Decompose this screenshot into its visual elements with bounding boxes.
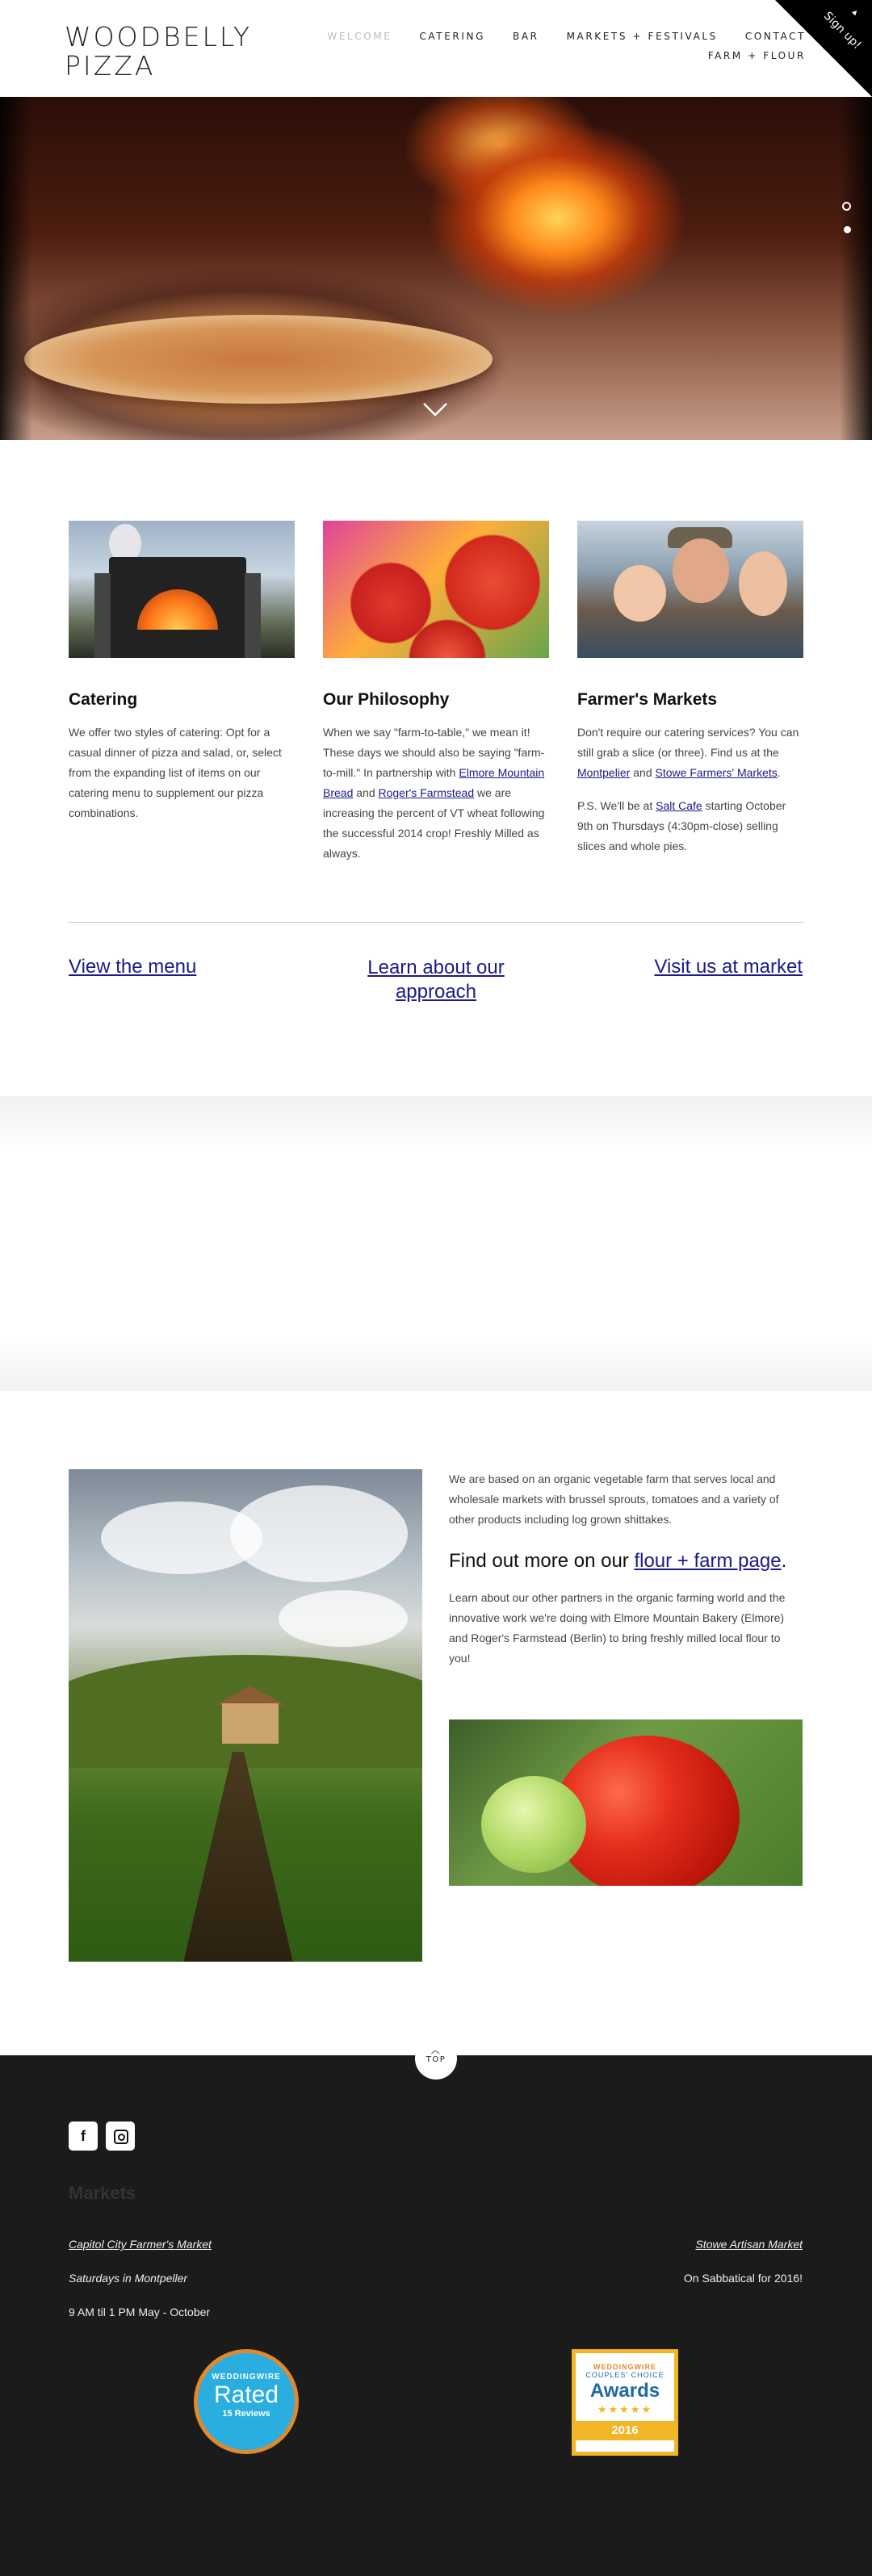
chevron-down-icon[interactable] [421,396,449,423]
site-logo[interactable]: WOODBELLY PIZZA [65,23,252,81]
farm-partners: Learn about our other partners in the or… [449,1591,786,1665]
feature-markets: Farmer's Markets Don't require our cater… [577,521,803,857]
farm-intro: We are based on an organic vegetable far… [449,1472,779,1526]
main-nav: WELCOME CATERING BAR MARKETS + FESTIVALS… [327,31,806,61]
farm-field-image [69,1469,422,1962]
top-label: TOP [426,2055,446,2064]
weddingwire-rated-badge[interactable]: WEDDINGWIRE Rated 15 Reviews [194,2349,299,2454]
markets-text-1: Don't require our catering services? You… [577,726,799,779]
market2-status: On Sabbatical for 2016! [683,2272,803,2285]
visit-market-link[interactable]: Visit us at market [654,956,803,978]
weddingwire-awards-badge[interactable]: WEDDINGWIRE COUPLES' CHOICE Awards ★★★★★… [572,2349,678,2456]
catering-image [69,521,295,658]
market2-link[interactable]: Stowe Artisan Market [695,2236,803,2252]
instagram-icon[interactable] [106,2122,135,2151]
hero-banner [0,97,872,440]
slide-dot-1[interactable] [842,202,851,211]
philosophy-text: When we say "farm-to-table," we mean it!… [323,726,545,860]
stowe-markets-link[interactable]: Stowe Farmers' Markets [656,766,778,779]
catering-title: Catering [69,690,138,709]
nav-welcome[interactable]: WELCOME [327,31,392,42]
feature-catering: Catering We offer two styles of catering… [69,521,295,823]
facebook-icon[interactable]: f [69,2122,98,2151]
signup-ribbon[interactable]: ▲ Sign up! [775,0,872,97]
parallax-band [0,1096,872,1391]
market1-hours: 9 AM til 1 PM May - October [69,2306,211,2318]
chevron-up-icon: ︿ [430,2045,442,2055]
section-divider [69,922,803,923]
family-image [577,521,803,658]
logo-line-1: WOODBELLY [65,21,252,52]
farm-heading: Find out more on our flour + farm page. [449,1550,787,1572]
site-header: WOODBELLY PIZZA WELCOME CATERING BAR MAR… [0,0,872,97]
philosophy-title: Our Philosophy [323,690,450,709]
learn-approach-link[interactable]: Learn about our approach [339,956,533,1004]
stars-icon: ★★★★★ [597,2403,653,2415]
markets-heading: Markets [69,2183,136,2203]
montpelier-link[interactable]: Montpelier [577,766,630,779]
view-menu-link[interactable]: View the menu [69,956,196,978]
slide-dot-2[interactable] [844,226,851,233]
markets-text-2: P.S. We'll be at Salt Cafe starting Octo… [577,799,786,852]
farm-text: We are based on an organic vegetable far… [449,1469,803,1669]
rogers-farmstead-link[interactable]: Roger's Farmstead [379,786,475,799]
markets-title: Farmer's Markets [577,690,718,709]
market1-when: Saturdays in Montpeller [69,2272,188,2285]
tomato-vine-image [449,1719,803,1886]
catering-text: We offer two styles of catering: Opt for… [69,726,282,819]
nav-markets-festivals[interactable]: MARKETS + FESTIVALS [567,31,718,42]
tomatoes-image [323,521,549,658]
salt-cafe-link[interactable]: Salt Cafe [656,799,702,812]
flour-farm-link[interactable]: flour + farm page [634,1550,781,1572]
nav-catering[interactable]: CATERING [419,31,485,42]
logo-line-2: PIZZA [65,50,156,82]
back-to-top-button[interactable]: ︿ TOP [415,2038,457,2080]
nav-bar[interactable]: BAR [513,31,539,42]
market1-link[interactable]: Capitol City Farmer's Market [69,2236,212,2252]
feature-philosophy: Our Philosophy When we say "farm-to-tabl… [323,521,549,864]
